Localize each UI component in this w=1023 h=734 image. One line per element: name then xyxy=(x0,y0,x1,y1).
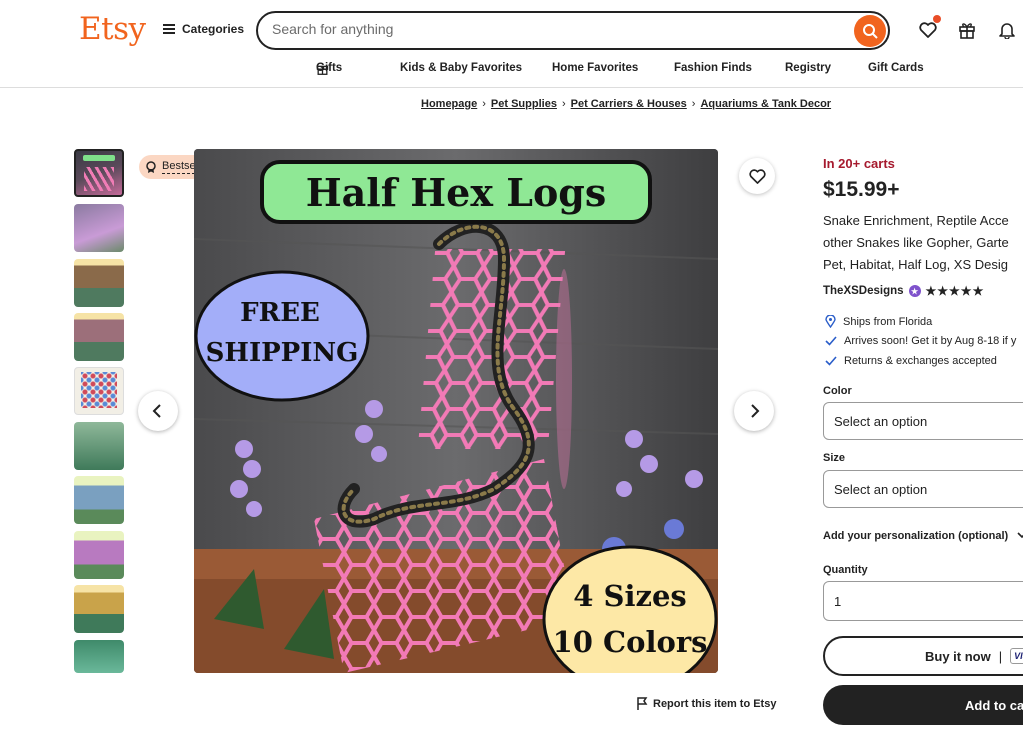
award-icon xyxy=(146,161,156,173)
thumbnail-1[interactable] xyxy=(74,149,124,197)
thumbnail-3[interactable] xyxy=(74,259,124,307)
breadcrumb: Homepage › Pet Supplies › Pet Carriers & Hou… xyxy=(421,98,832,110)
feature-text: Arrives soon! Get it by Aug 8-18 if y xyxy=(844,335,1017,347)
chevron-left-icon xyxy=(152,404,161,418)
nav-registry[interactable]: Registry xyxy=(785,62,831,74)
flag-icon xyxy=(637,697,648,710)
heart-icon xyxy=(919,22,937,38)
hero-free-text: FREE xyxy=(240,298,320,328)
search-bar xyxy=(256,11,890,50)
favorite-item-button[interactable] xyxy=(739,158,775,194)
search-input[interactable] xyxy=(272,21,832,37)
feature-ships-from: Ships from Florida xyxy=(825,315,932,328)
product-title-line: Snake Enrichment, Reptile Acce xyxy=(823,213,1009,228)
thumbnail-5[interactable] xyxy=(74,367,124,415)
notifications-button[interactable] xyxy=(996,19,1018,41)
nav-gifts-label: Gifts xyxy=(316,62,343,74)
thumbnail-6[interactable] xyxy=(74,422,124,470)
in-carts-text: In 20+ carts xyxy=(823,156,895,171)
hero-sizes-text: 4 Sizes xyxy=(573,579,686,613)
feature-arrives: Arrives soon! Get it by Aug 8-18 if y xyxy=(825,335,1016,347)
gift-button[interactable] xyxy=(956,19,978,41)
nav-kids-baby[interactable]: Kids & Baby Favorites xyxy=(400,62,522,74)
site-header: Etsy Categories Gifts Kids & Baby Favori… xyxy=(0,0,1023,88)
notification-dot xyxy=(933,15,941,23)
favorites-button[interactable] xyxy=(917,15,941,41)
product-title-line: Pet, Habitat, Half Log, XS Desig xyxy=(823,257,1008,272)
location-pin-icon xyxy=(825,315,836,328)
nav-fashion-finds[interactable]: Fashion Finds xyxy=(674,62,752,74)
shop-info: TheXSDesigns ★ ★★★★★ xyxy=(823,284,984,298)
search-icon xyxy=(863,24,878,39)
thumbnail-4[interactable] xyxy=(74,313,124,361)
chevron-right-icon xyxy=(751,404,760,418)
breadcrumb-pet-supplies[interactable]: Pet Supplies xyxy=(491,98,557,110)
feature-text: Ships from Florida xyxy=(843,315,933,328)
category-nav: Gifts Kids & Baby Favorites Home Favorit… xyxy=(0,62,1023,78)
main-product-image[interactable]: Half Hex Logs FREE SHIPPING 4 Sizes 10 C… xyxy=(194,149,718,673)
rating-stars[interactable]: ★★★★★ xyxy=(926,284,985,298)
heart-icon xyxy=(748,168,766,184)
search-button[interactable] xyxy=(854,15,886,47)
thumbnail-2[interactable] xyxy=(74,204,124,252)
color-label: Color xyxy=(823,385,852,397)
price: $15.99+ xyxy=(823,178,900,201)
size-select[interactable]: Select an option xyxy=(823,470,1023,508)
nav-gift-cards[interactable]: Gift Cards xyxy=(868,62,924,74)
quantity-input[interactable]: 1 xyxy=(823,581,1023,621)
nav-gifts[interactable]: Gifts xyxy=(316,62,342,75)
categories-label: Categories xyxy=(182,22,245,36)
breadcrumb-homepage[interactable]: Homepage xyxy=(421,98,477,110)
nav-home-favorites[interactable]: Home Favorites xyxy=(552,62,638,74)
categories-button[interactable]: Categories xyxy=(163,22,244,36)
visa-icon: VISA xyxy=(1010,648,1023,664)
hamburger-icon xyxy=(163,24,175,34)
check-icon xyxy=(825,336,837,346)
thumbnail-9[interactable] xyxy=(74,585,124,633)
breadcrumb-pet-carriers[interactable]: Pet Carriers & Houses xyxy=(571,98,687,110)
size-label: Size xyxy=(823,452,846,464)
product-photo: Half Hex Logs FREE SHIPPING 4 Sizes 10 C… xyxy=(194,149,718,673)
color-select[interactable]: Select an option xyxy=(823,402,1023,440)
gift-icon xyxy=(959,23,975,39)
product-title-line: other Snakes like Gopher, Garte xyxy=(823,235,1009,250)
thumbnail-7[interactable] xyxy=(74,476,124,524)
star-seller-icon: ★ xyxy=(908,285,921,297)
buy-it-now-label: Buy it now xyxy=(925,648,991,664)
hero-colors-text: 10 Colors xyxy=(553,625,708,659)
hero-banner-text: Half Hex Logs xyxy=(306,170,607,215)
hero-shipping-text: SHIPPING xyxy=(206,338,359,368)
add-to-cart-button[interactable]: Add to ca xyxy=(823,685,1023,725)
thumbnail-10[interactable] xyxy=(74,640,124,673)
report-item-link[interactable]: Report this item to Etsy xyxy=(636,697,776,710)
report-label: Report this item to Etsy xyxy=(653,697,777,710)
buy-now-separator: | xyxy=(998,648,1003,664)
bell-icon xyxy=(999,23,1015,39)
check-icon xyxy=(825,356,837,366)
personalization-label: Add your personalization (optional) xyxy=(823,530,1009,542)
add-to-cart-label: Add to ca xyxy=(965,697,1023,713)
shop-name-link[interactable]: TheXSDesigns xyxy=(823,285,904,297)
feature-text: Returns & exchanges accepted xyxy=(844,355,997,367)
previous-image-button[interactable] xyxy=(138,391,178,431)
quantity-label: Quantity xyxy=(823,564,868,576)
breadcrumb-aquariums[interactable]: Aquariums & Tank Decor xyxy=(700,98,831,110)
feature-returns: Returns & exchanges accepted xyxy=(825,355,997,367)
etsy-logo[interactable]: Etsy xyxy=(79,11,146,47)
product-title: Snake Enrichment, Reptile Acce other Sna… xyxy=(823,210,1023,276)
chevron-down-icon xyxy=(1017,532,1023,539)
next-image-button[interactable] xyxy=(734,391,774,431)
buy-it-now-button[interactable]: Buy it now | VISA xyxy=(823,636,1023,676)
thumbnail-8[interactable] xyxy=(74,531,124,579)
personalization-toggle[interactable]: Add your personalization (optional) xyxy=(823,530,1023,542)
